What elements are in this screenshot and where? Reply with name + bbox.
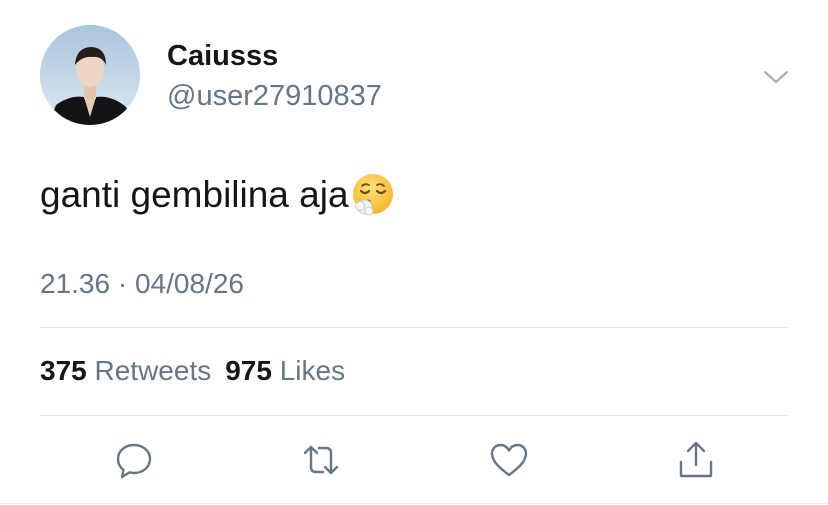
heart-icon — [490, 443, 528, 477]
divider — [40, 415, 788, 416]
bottom-divider — [0, 503, 828, 504]
divider — [40, 327, 788, 328]
retweet-button[interactable] — [301, 440, 341, 480]
share-icon — [679, 441, 713, 478]
likes-stat[interactable]: 975 Likes — [225, 355, 345, 386]
tweet-date: 04/08/26 — [134, 268, 244, 299]
retweets-count: 375 — [40, 355, 87, 386]
reply-icon — [116, 443, 152, 479]
share-button[interactable] — [676, 440, 716, 480]
face-exhaling-emoji — [351, 172, 397, 218]
likes-label: Likes — [279, 355, 346, 386]
tweet-text: ganti gembilina aja — [40, 172, 397, 218]
engagement-stats: 375 Retweets 975 Likes — [40, 355, 345, 387]
retweets-stat[interactable]: 375 Retweets — [40, 355, 211, 386]
tweet-text-content: ganti gembilina aja — [40, 174, 349, 215]
retweets-label: Retweets — [94, 355, 212, 386]
user-handle[interactable]: @user27910837 — [167, 80, 382, 113]
timestamp-separator: · — [117, 268, 128, 299]
tweet-time: 21.36 — [40, 268, 111, 299]
avatar[interactable] — [40, 25, 140, 125]
display-name[interactable]: Caiusss — [167, 40, 278, 73]
like-button[interactable] — [489, 440, 529, 480]
likes-count: 975 — [225, 355, 272, 386]
tweet-timestamp[interactable]: 21.36 · 04/08/26 — [40, 268, 244, 300]
chevron-down-icon[interactable] — [760, 62, 792, 94]
reply-button[interactable] — [114, 440, 154, 480]
retweet-icon — [303, 445, 339, 475]
